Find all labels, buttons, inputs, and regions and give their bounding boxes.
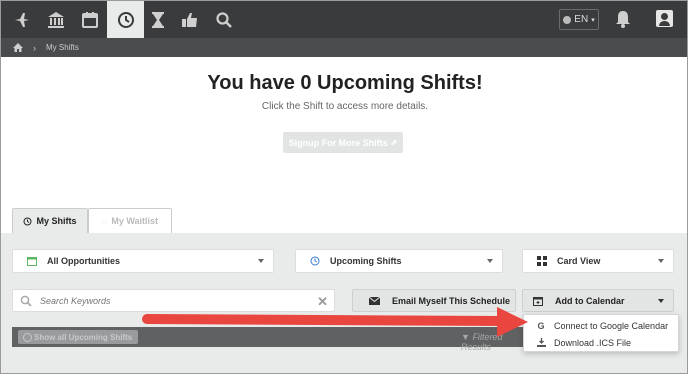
chevron-down-icon bbox=[658, 298, 664, 303]
hourglass-icon[interactable] bbox=[141, 1, 175, 38]
spinner-icon: ◌ bbox=[101, 216, 108, 226]
email-schedule-label: Email Myself This Schedule bbox=[392, 295, 511, 306]
add-to-calendar-label: Add to Calendar bbox=[555, 295, 625, 306]
google-icon: G bbox=[537, 320, 545, 331]
view-select[interactable]: Card View bbox=[522, 249, 674, 273]
shifts-value: Upcoming Shifts bbox=[330, 256, 402, 266]
download-icon bbox=[535, 338, 547, 347]
menu-item-google-calendar[interactable]: G Connect to Google Calendar bbox=[524, 317, 680, 334]
app-window: EN ▾ › My Shifts You have 0 Upcoming Shi… bbox=[0, 0, 688, 374]
avatar[interactable] bbox=[656, 10, 673, 27]
calendar-dropdown-menu: G Connect to Google Calendar Download .I… bbox=[523, 314, 679, 352]
top-navigation: EN ▾ bbox=[1, 1, 687, 38]
tab-label: My Shifts bbox=[36, 216, 77, 226]
plane-icon[interactable] bbox=[5, 1, 39, 38]
show-all-label: Show all Upcoming Shifts bbox=[34, 332, 133, 342]
chevron-down-icon bbox=[487, 259, 493, 263]
menu-item-download-ics[interactable]: Download .ICS File bbox=[524, 334, 680, 351]
chevron-down-icon: ▾ bbox=[591, 16, 595, 24]
search-box: ✕ bbox=[12, 289, 335, 312]
grid-icon bbox=[535, 256, 549, 266]
home-icon[interactable] bbox=[13, 43, 23, 52]
calendar-icon[interactable] bbox=[73, 1, 107, 38]
tab-my-shifts[interactable]: My Shifts bbox=[12, 208, 88, 233]
envelope-icon bbox=[369, 296, 380, 305]
clear-icon[interactable]: ✕ bbox=[317, 294, 328, 310]
search-input[interactable] bbox=[40, 295, 300, 306]
page-subtitle: Click the Shift to access more details. bbox=[261, 101, 429, 112]
signup-label: Signup For More Shifts bbox=[288, 137, 388, 148]
page-title: You have 0 Upcoming Shifts! bbox=[207, 72, 483, 94]
opportunities-select[interactable]: All Opportunities bbox=[12, 249, 274, 273]
clock-icon bbox=[308, 256, 322, 266]
breadcrumb-current: My Shifts bbox=[46, 43, 79, 52]
filter-icon: ▼ bbox=[461, 332, 470, 342]
calendar-plus-icon bbox=[533, 296, 543, 306]
language-label: EN bbox=[574, 14, 589, 25]
show-all-button[interactable]: Show all Upcoming Shifts bbox=[18, 330, 139, 344]
clock-icon bbox=[23, 217, 32, 225]
results-bar: Show all Upcoming Shifts ▼ Filtered Resu… bbox=[12, 327, 532, 352]
view-value: Card View bbox=[557, 256, 601, 266]
email-schedule-button[interactable]: Email Myself This Schedule bbox=[352, 289, 516, 312]
signup-button[interactable]: Signup For More Shifts ⇗ bbox=[283, 132, 403, 153]
add-to-calendar-button[interactable]: Add to Calendar bbox=[522, 289, 674, 312]
tab-label: My Waitlist bbox=[111, 216, 159, 226]
external-link-icon: ⇗ bbox=[390, 138, 398, 147]
breadcrumb-separator: › bbox=[33, 42, 36, 53]
chevron-down-icon bbox=[258, 259, 264, 263]
tab-my-waitlist[interactable]: ◌ My Waitlist bbox=[88, 208, 172, 233]
search-icon[interactable] bbox=[207, 1, 241, 38]
globe-icon bbox=[563, 15, 572, 24]
language-selector[interactable]: EN ▾ bbox=[559, 9, 599, 30]
opportunities-value: All Opportunities bbox=[47, 256, 120, 266]
clock-icon[interactable] bbox=[107, 1, 144, 38]
calendar-icon bbox=[25, 256, 39, 266]
search-icon bbox=[20, 295, 32, 307]
thumbs-up-icon[interactable] bbox=[173, 1, 207, 38]
breadcrumb: › My Shifts bbox=[1, 38, 687, 57]
filtered-results: ▼ Filtered Results bbox=[461, 332, 532, 352]
menu-item-label: Download .ICS File bbox=[554, 337, 632, 348]
shifts-select[interactable]: Upcoming Shifts bbox=[295, 249, 503, 273]
main-content: You have 0 Upcoming Shifts! Click the Sh… bbox=[1, 57, 687, 233]
menu-item-label: Connect to Google Calendar bbox=[554, 320, 669, 331]
chevron-down-icon bbox=[658, 259, 664, 263]
bank-icon[interactable] bbox=[39, 1, 73, 38]
bell-icon[interactable] bbox=[613, 9, 633, 34]
